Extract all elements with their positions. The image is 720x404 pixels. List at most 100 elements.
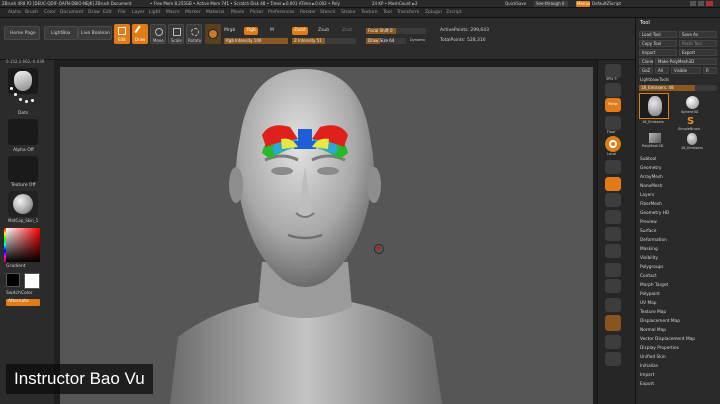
lightbox-tools-link[interactable]: Lightbox▸Tools [640,78,669,82]
subpalette-unified-skin[interactable]: Unified Skin [640,353,718,362]
menu-transform[interactable]: Transform [397,10,419,16]
current-tool-slider[interactable]: 18_Emissers. 48 [639,85,717,91]
import-button[interactable]: Import [639,49,677,56]
subpalette-geometry-hd[interactable]: Geometry HD [640,209,718,218]
home-page-button[interactable]: Home Page [4,26,40,40]
draw-mode-button[interactable]: Draw [132,24,148,44]
rgb-intensity-slider[interactable]: Rgb Intensity 100 [224,38,288,44]
subpalette-fibermesh[interactable]: FiberMesh [640,200,718,209]
alpha-thumbnail[interactable] [8,119,38,145]
stroke-thumbnail[interactable] [8,85,38,109]
solo-mode-button[interactable] [605,352,621,366]
see-through-slider[interactable]: See-through 0 [534,1,568,7]
visible-button[interactable]: Visible [671,67,701,74]
menu-draw[interactable]: Draw [88,10,100,16]
subpalette-subtool[interactable]: Subtool [640,155,718,164]
mrgb-button[interactable]: Mrgb [224,28,235,34]
maximize-icon[interactable] [698,1,704,6]
subpalette-arraymesh[interactable]: ArrayMesh [640,173,718,182]
subpalette-masking[interactable]: Masking [640,245,718,254]
subpalette-contact[interactable]: Contact [640,272,718,281]
menu-file[interactable]: File [118,10,126,16]
zoom3d-button[interactable] [605,227,621,241]
move-mode-button[interactable]: Move [150,24,166,44]
load-tool-button[interactable]: Load Tool [639,31,677,38]
subpalette-deformation[interactable]: Deformation [640,236,718,245]
focal-shift-slider[interactable]: Focal Shift 0 [366,28,426,34]
subpalette-export[interactable]: Export [640,380,718,389]
export-button[interactable]: Export [679,49,717,56]
clone-button[interactable]: Clone [639,58,653,65]
simplebrush-icon[interactable]: S [687,117,694,127]
main-color-swatch[interactable] [6,273,20,287]
draw-size-slider[interactable]: Draw Size 64 [366,38,406,44]
live-boolean-button[interactable]: Live Boolean [78,26,112,40]
make-polymesh3d-button[interactable]: Make PolyMesh3D [655,58,717,65]
subpalette-polypaint[interactable]: Polypaint [640,290,718,299]
xpose-button[interactable] [605,177,621,191]
all-button[interactable]: All [655,67,669,74]
dynamic-toggle[interactable]: Dynamic [410,38,425,43]
subpalette-layers[interactable]: Layers [640,191,718,200]
zadd-button[interactable]: Zadd [292,27,308,35]
subpalette-visibility[interactable]: Visibility [640,254,718,263]
subpalette-geometry[interactable]: Geometry [640,164,718,173]
menu-color[interactable]: Color [44,10,56,16]
material-thumbnail[interactable] [8,191,38,217]
viewport-canvas[interactable] [60,67,593,404]
subpalette-normal-map[interactable]: Normal Map [640,326,718,335]
scale-mode-button[interactable]: Scale [168,24,184,44]
rotate-gizmo-icon[interactable] [374,244,384,254]
secondary-color-swatch[interactable] [24,273,40,289]
edit-mode-button[interactable]: Edit [114,24,130,44]
menu-document[interactable]: Document [60,10,83,16]
copy-tool-button[interactable]: Copy Tool [639,40,677,47]
menu-brush[interactable]: Brush [25,10,38,16]
lsym-button[interactable] [605,160,621,174]
subpalette-polygroups[interactable]: Polygroups [640,263,718,272]
default-zscript[interactable]: DefaultZScript [592,2,621,6]
m-button[interactable]: M [270,28,274,34]
subpalette-vector-displacement-map[interactable]: Vector Displacement Map [640,335,718,344]
frame-button[interactable] [605,193,621,207]
quicksave-button[interactable]: QuickSave [505,2,526,6]
menu-zplugin[interactable]: Zplugin [425,10,442,16]
rotate-mode-button[interactable]: Rotate [186,24,202,44]
menu-preferences[interactable]: Preferences [268,10,294,16]
menu-picker[interactable]: Picker [250,10,263,16]
menu-render[interactable]: Render [300,10,316,16]
r-button[interactable]: R [703,67,717,74]
paste-tool-button[interactable]: Paste Tool [679,40,717,47]
goz-button[interactable]: GoZ [639,67,653,74]
gradient-toggle[interactable]: Gradient [6,264,26,270]
switchcolor-button[interactable]: SwitchColor [6,291,33,297]
menu-layer[interactable]: Layer [132,10,145,16]
menu-edit[interactable]: Edit [103,10,112,16]
floor-button[interactable] [605,116,621,130]
transp-button[interactable] [605,279,621,293]
move-button[interactable] [605,210,621,224]
polymesh3d-thumbnail[interactable] [649,133,661,143]
close-icon[interactable] [706,1,713,6]
menu-marker[interactable]: Marker [185,10,201,16]
save-as-button[interactable]: Save As [679,31,717,38]
menu-texture[interactable]: Texture [361,10,377,16]
zcut-button[interactable]: Zcut [342,28,352,34]
hue-strip[interactable] [4,228,6,262]
menus-toggle[interactable]: Menus [576,1,590,7]
menu-tool[interactable]: Tool [383,10,392,16]
alternate-button[interactable]: Alternate [6,299,40,306]
subpalette-import[interactable]: Import [640,371,718,380]
material-swatch[interactable] [205,24,221,44]
subpalette-preview[interactable]: Preview [640,218,718,227]
solo-button[interactable] [605,315,621,331]
lightbox-button[interactable]: LightBox [44,26,78,40]
sphere3d-thumbnail[interactable] [686,96,699,109]
subpalette-morph-target[interactable]: Morph Target [640,281,718,290]
subpalette-nanomesh[interactable]: NanoMesh [640,182,718,191]
tool-thumbnail-head-small[interactable] [687,133,697,145]
zsub-button[interactable]: Zsub [318,28,329,34]
subpalette-surface[interactable]: Surface [640,227,718,236]
line-fill-button[interactable] [605,263,621,277]
rotate-button[interactable] [605,244,621,258]
